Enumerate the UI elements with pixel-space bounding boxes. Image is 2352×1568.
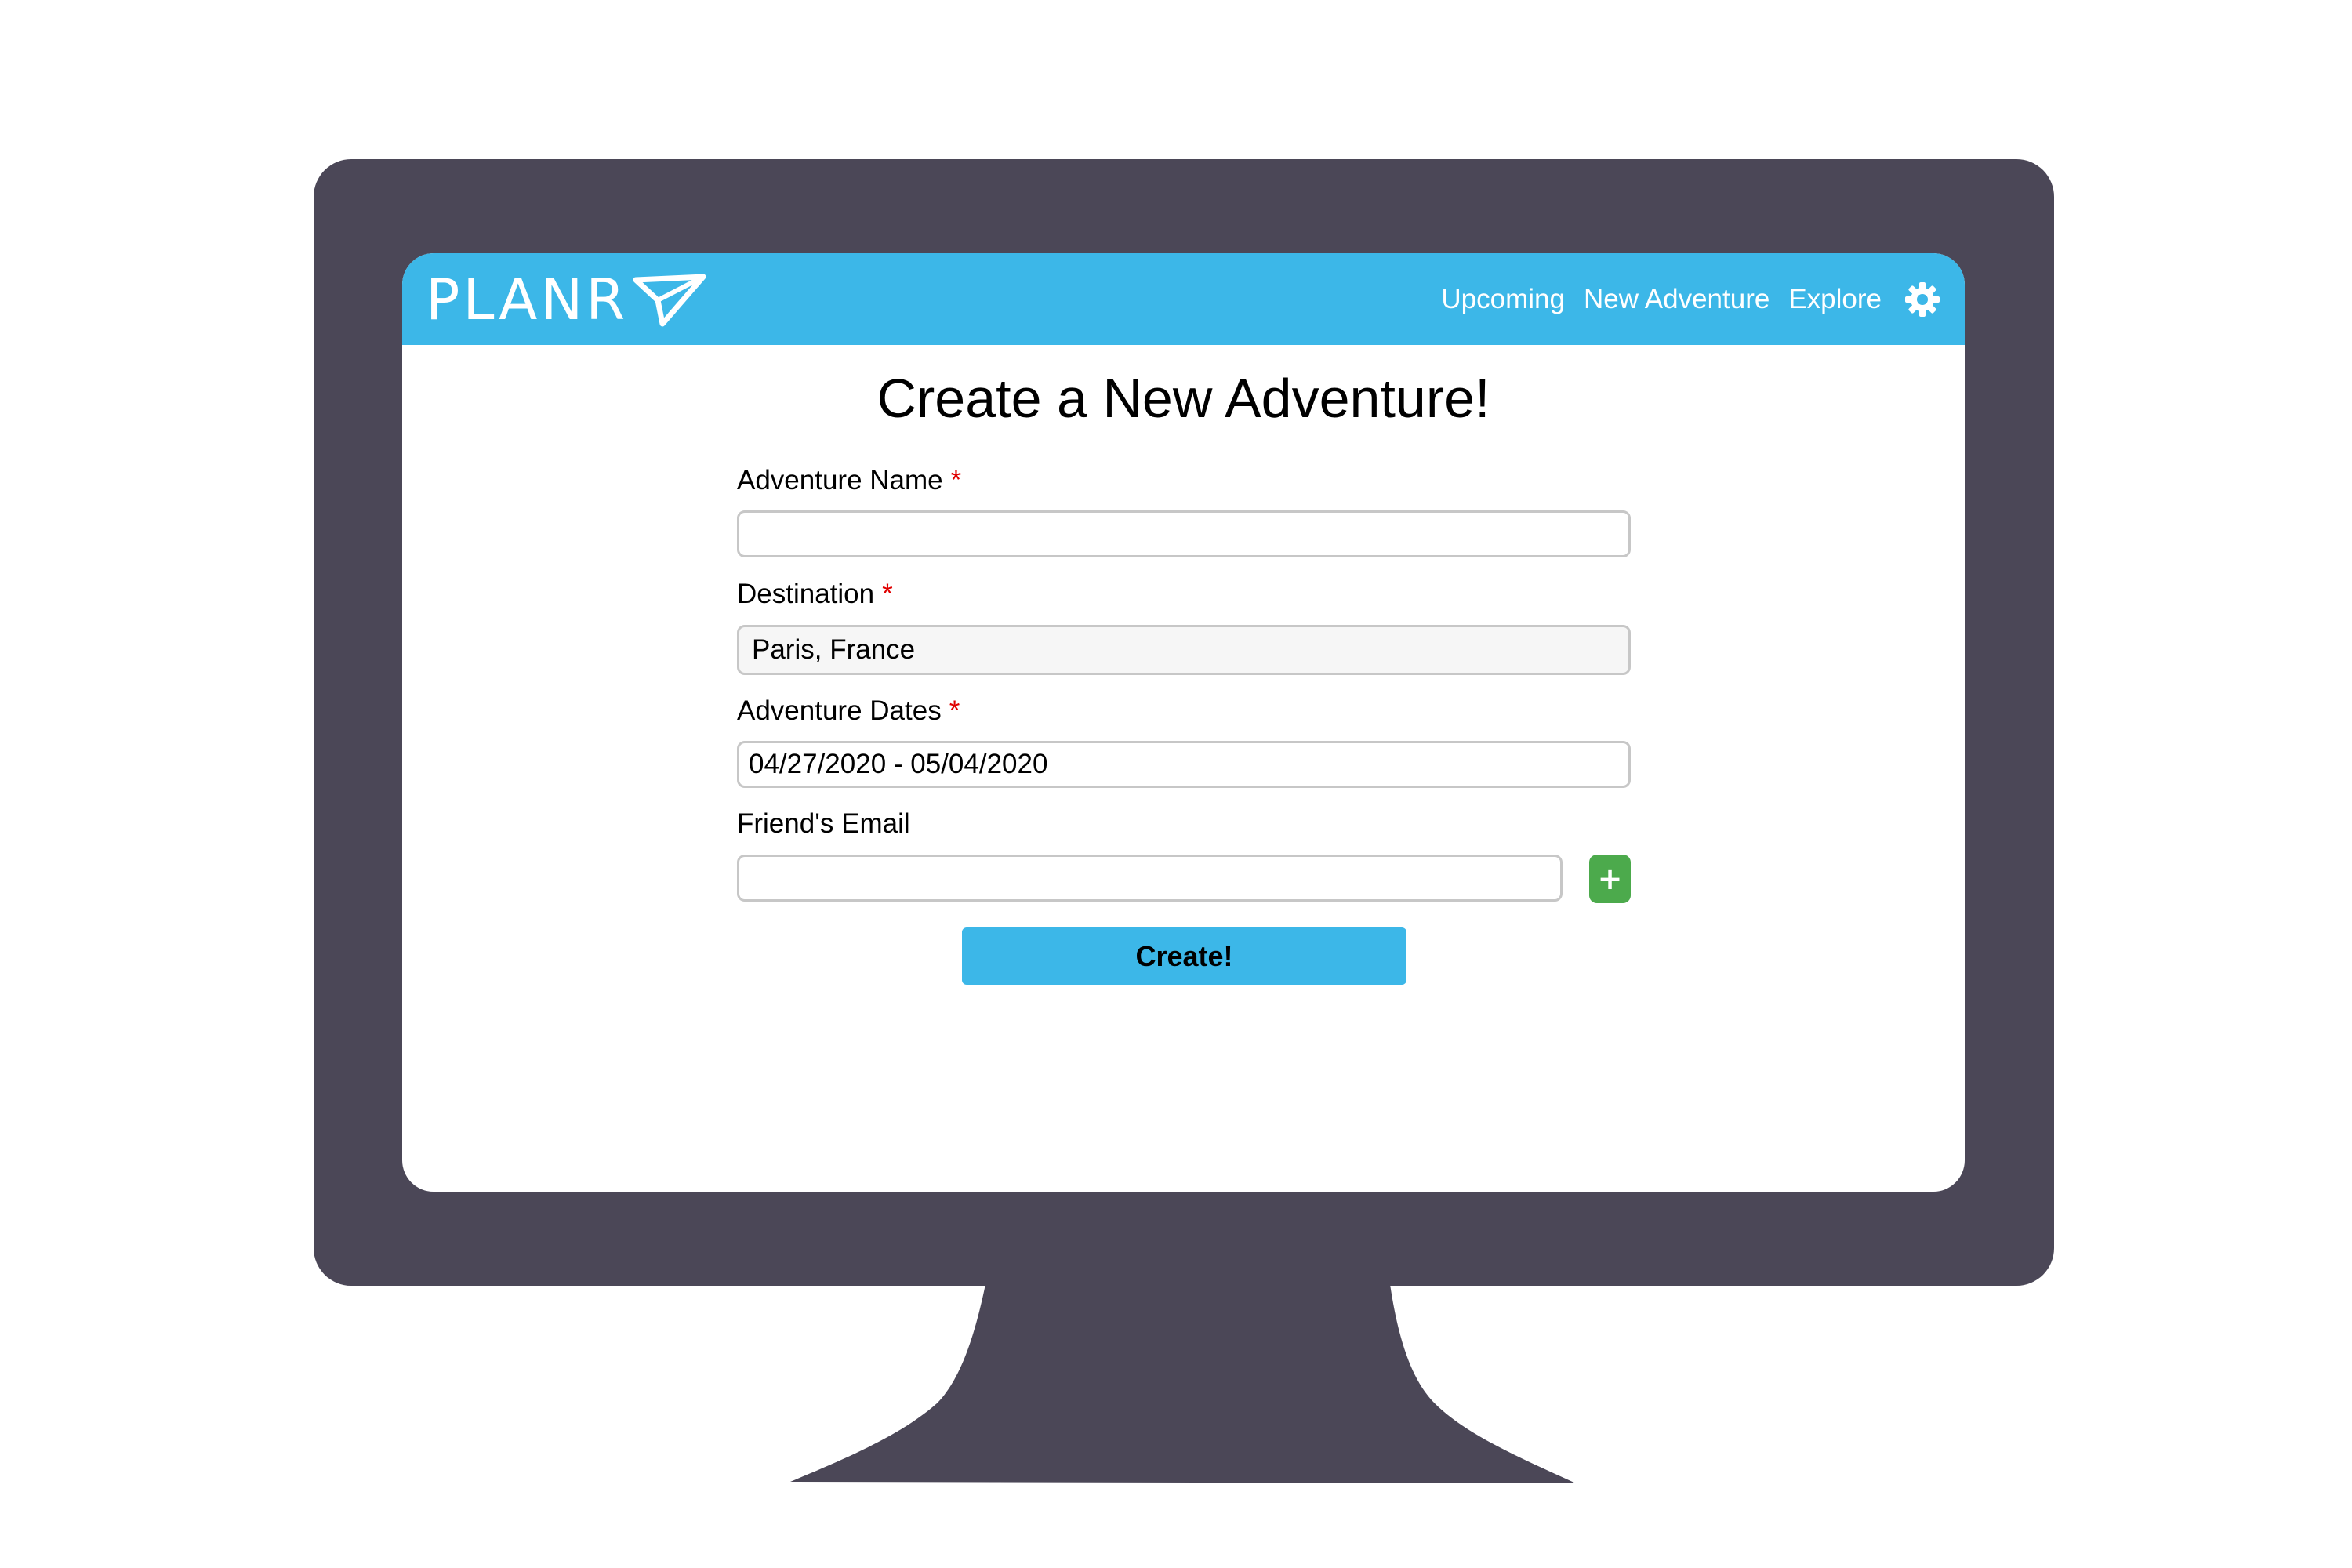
adventure-name-input[interactable] (737, 510, 1631, 557)
adventure-dates-input[interactable] (737, 741, 1631, 788)
logo[interactable]: PLANR (426, 266, 707, 332)
destination-label: Destination * (737, 579, 893, 610)
nav-link-upcoming[interactable]: Upcoming (1441, 284, 1565, 315)
adventure-dates-label-text: Adventure Dates (737, 695, 942, 726)
friend-email-label-text: Friend's Email (737, 808, 910, 839)
adventure-dates-label: Adventure Dates * (737, 695, 960, 727)
destination-label-text: Destination (737, 579, 875, 609)
required-marker: * (950, 465, 962, 495)
create-button[interactable]: Create! (962, 927, 1406, 985)
page-title: Create a New Adventure! (877, 368, 1490, 429)
plus-icon: + (1597, 862, 1623, 896)
nav-links: Upcoming New Adventure Explore (1441, 253, 1941, 345)
logo-text: PLANR (426, 266, 629, 332)
required-marker: * (949, 695, 960, 726)
adventure-name-label-text: Adventure Name (737, 465, 943, 495)
destination-input[interactable] (737, 625, 1631, 675)
paper-plane-icon (633, 274, 706, 326)
nav-link-new-adventure[interactable]: New Adventure (1584, 284, 1769, 315)
required-marker: * (882, 579, 893, 609)
gear-icon[interactable] (1904, 281, 1941, 318)
friend-email-input[interactable] (737, 855, 1563, 902)
adventure-name-label: Adventure Name * (737, 465, 961, 496)
navbar: PLANR Upcoming New Adventure Explore (402, 253, 1965, 345)
add-friend-button[interactable]: + (1589, 855, 1631, 903)
friend-email-label: Friend's Email (737, 808, 910, 840)
app-screen: PLANR Upcoming New Adventure Explore Cre… (402, 253, 1965, 1192)
nav-link-explore[interactable]: Explore (1788, 284, 1882, 315)
